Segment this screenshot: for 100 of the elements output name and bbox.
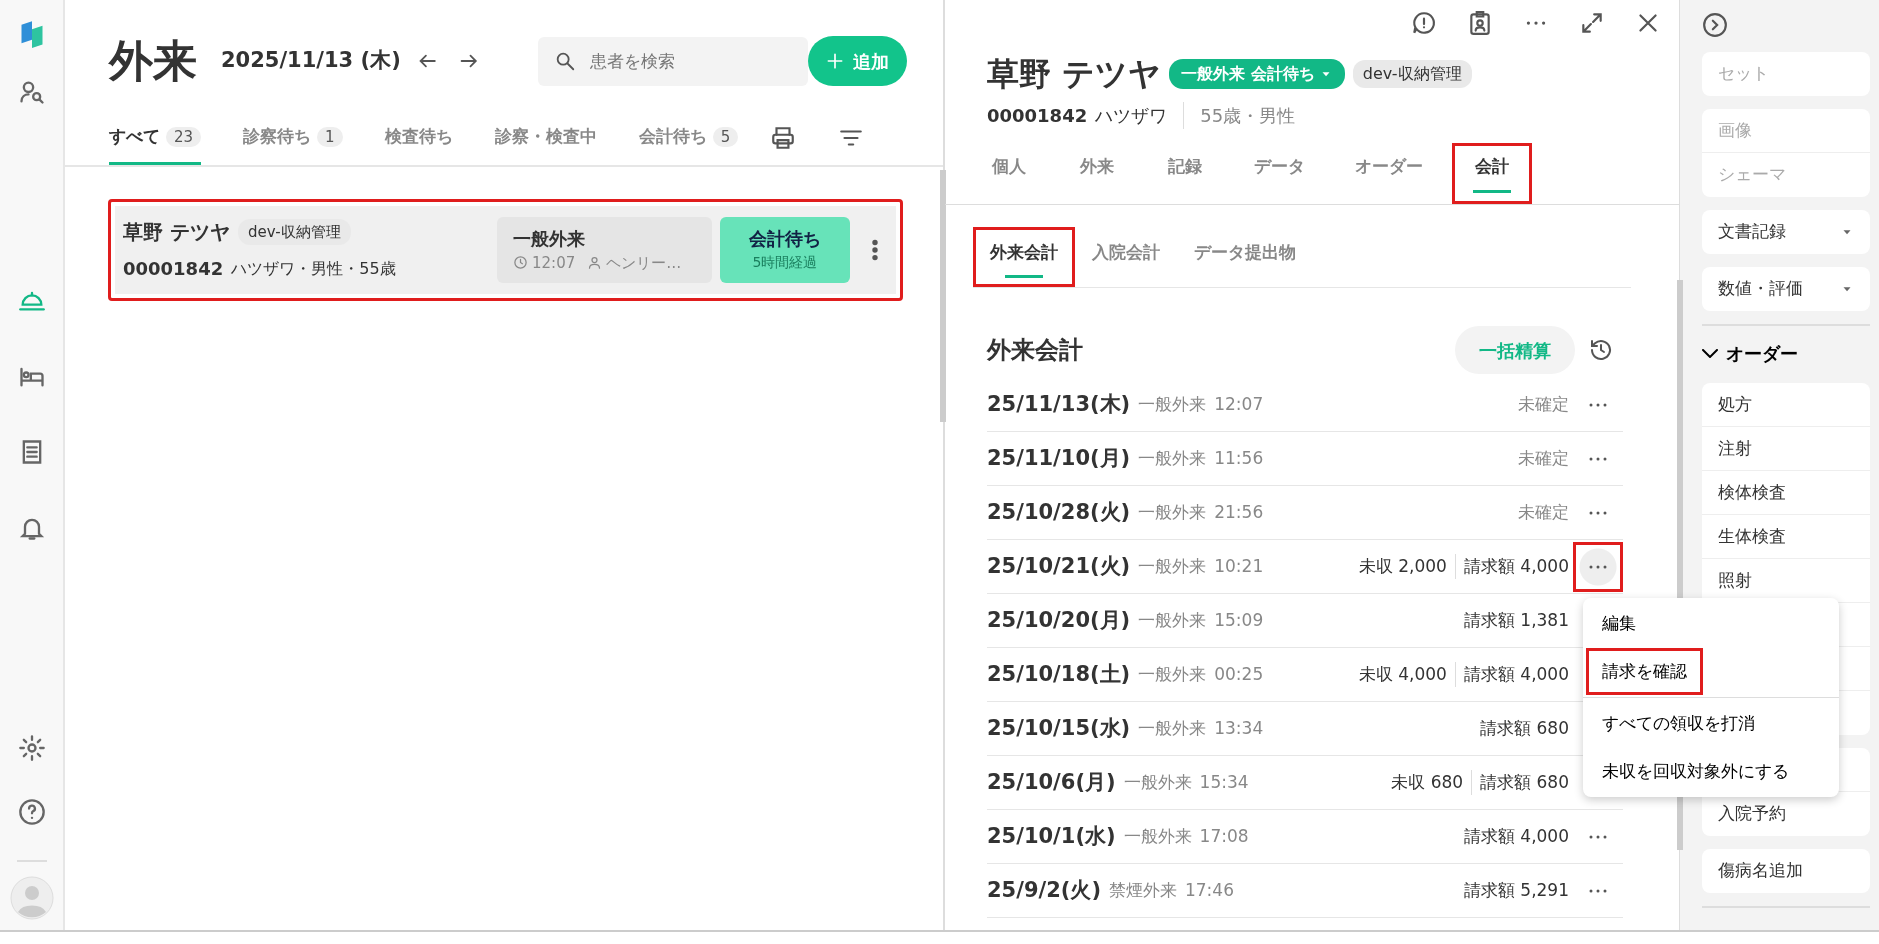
billing-status: 未確定 <box>1518 500 1569 524</box>
visit-date: 25/10/18(土) <box>987 660 1131 688</box>
tool-item[interactable]: 生体検査 <box>1702 515 1870 559</box>
visit-time: 15:09 <box>1214 608 1265 632</box>
billed-amount: 請求額 4,000 <box>1463 554 1569 578</box>
visit-date: 25/10/1(水) <box>987 822 1116 850</box>
age-sex: 55歳・男性 <box>1199 104 1296 128</box>
expand-icon[interactable] <box>1579 10 1605 36</box>
visit-time: 15:34 <box>1199 770 1250 794</box>
elapsed-time: 5時間経過 <box>751 252 819 272</box>
record-tab[interactable]: 外来 <box>1057 143 1137 204</box>
uncollected-amount: 未収 680 <box>1391 769 1473 796</box>
more-icon <box>1589 510 1607 515</box>
visit-time: 13:34 <box>1214 716 1265 740</box>
visit-type: 一般外来 <box>1138 392 1207 416</box>
date-text: 2025/11/13 (木) <box>221 47 401 75</box>
menu-item[interactable]: 請求を確認 <box>1586 647 1703 695</box>
uncollected-amount: 未収 4,000 <box>1358 661 1456 688</box>
expand-sidebar-icon[interactable] <box>1702 12 1728 38</box>
filter-tab[interactable]: 会計待ち 5 <box>638 124 739 165</box>
more-icon <box>1589 834 1607 839</box>
section-toggle[interactable]: オーダー <box>1702 340 1798 367</box>
menu-item[interactable]: すべての領収を打消 <box>1586 700 1771 748</box>
more-icon <box>1589 888 1607 893</box>
patient-info: ハツザワ・男性・55歳 <box>231 257 396 280</box>
more-button[interactable] <box>1573 541 1623 592</box>
billing-status: 未確定 <box>1518 392 1569 416</box>
record-tab[interactable]: データ <box>1233 143 1326 204</box>
sub-tab[interactable]: 入院会計 <box>1075 226 1177 287</box>
uncollected-amount: 未収 2,000 <box>1358 553 1456 580</box>
patient-card[interactable]: 草野 テツヤ dev-収納管理 00001842 ハツザワ・男性・55歳 一般外来 12:07 ヘンリー… 会計待ち 5時間経過 <box>108 198 903 301</box>
patient-kana: ハツザワ <box>1095 102 1185 129</box>
chevron-icon <box>1702 349 1718 358</box>
settings-icon[interactable] <box>17 734 46 762</box>
filter-tab[interactable]: すべて 23 <box>109 124 202 165</box>
visit-date: 25/11/13(木) <box>987 390 1131 418</box>
visit-time: 12:07 <box>532 252 576 274</box>
tool-item[interactable]: 傷病名追加 <box>1702 849 1870 893</box>
more-icon <box>1589 402 1607 407</box>
filter-tab[interactable]: 診察待ち 1 <box>243 124 343 165</box>
patient-id: 00001842 <box>123 257 224 281</box>
person-icon <box>587 255 603 271</box>
visit-date: 25/9/2(火) <box>987 876 1101 904</box>
visit-time: 21:56 <box>1214 500 1265 524</box>
visit-type: 一般外来 <box>1138 608 1207 632</box>
doctor-name: ヘンリー… <box>606 252 682 274</box>
tag: dev-収納管理 <box>1352 60 1472 88</box>
filter-tab[interactable]: 診察・検査中 <box>494 124 597 165</box>
visit-date: 25/10/15(水) <box>987 714 1131 742</box>
tag: dev-収納管理 <box>237 218 351 246</box>
tool-item[interactable]: 検体検査 <box>1702 471 1870 515</box>
billing-status: 未確定 <box>1518 446 1569 470</box>
more-icon <box>1589 456 1607 461</box>
visit-type: 一般外来 <box>1123 770 1192 794</box>
menu-item[interactable]: 編集 <box>1586 600 1652 648</box>
visit-time: 17:46 <box>1185 878 1235 902</box>
billed-amount: 請求額 680 <box>1480 770 1569 794</box>
visit-date: 25/10/20(月) <box>987 606 1131 634</box>
tool-item[interactable]: 数値・評価 <box>1702 267 1870 311</box>
visit-type: 一般外来 <box>1123 824 1192 848</box>
visit-date: 25/11/10(月) <box>987 444 1131 472</box>
search-field[interactable]: 患者を検索 <box>537 36 808 86</box>
tool-item[interactable]: 処方 <box>1702 383 1870 427</box>
printer-icon[interactable] <box>770 124 797 151</box>
visit-date: 25/10/6(月) <box>987 768 1116 796</box>
visit-date: 25/10/21(火) <box>987 552 1131 580</box>
help-icon[interactable] <box>17 798 46 826</box>
billed-amount: 請求額 4,000 <box>1463 662 1569 686</box>
section-title: 外来会計 <box>987 335 1084 366</box>
page-title: 外来 <box>109 39 197 83</box>
tool-item[interactable]: 文書記録 <box>1702 210 1870 254</box>
record-tab[interactable]: 会計 <box>1452 143 1532 204</box>
visit-type: 一般外来 <box>1138 500 1207 524</box>
patient-id: 00001842 <box>987 104 1088 128</box>
visit-time: 00:25 <box>1214 662 1265 686</box>
billed-amount: 請求額 680 <box>1480 716 1569 740</box>
menu-item[interactable]: 未収を回収対象外にする <box>1586 747 1805 795</box>
visit-time: 10:21 <box>1214 554 1265 578</box>
record-tab[interactable]: 記録 <box>1145 143 1225 204</box>
sub-tab[interactable]: データ提出物 <box>1177 226 1313 287</box>
sub-tab[interactable]: 外来会計 <box>973 226 1075 287</box>
more-icon <box>1589 564 1607 569</box>
patient-name: 草野 テツヤ <box>123 219 230 246</box>
visit-type: 一般外来 <box>1138 716 1207 740</box>
visit-type: 一般外来 <box>513 226 586 251</box>
status-button[interactable]: 会計待ち 5時間経過 <box>720 216 850 283</box>
visit-type: 一般外来 <box>1138 446 1207 470</box>
history-icon[interactable] <box>1589 338 1613 362</box>
tool-item[interactable]: 照射 <box>1702 559 1870 603</box>
record-tab[interactable]: 個人 <box>969 143 1049 204</box>
filter-tab[interactable]: 検査待ち <box>384 124 453 165</box>
record-tab[interactable]: オーダー <box>1334 143 1444 204</box>
tool-item[interactable]: 注射 <box>1702 427 1870 471</box>
id-card-icon[interactable] <box>1467 10 1493 36</box>
visit-time: 17:08 <box>1199 824 1250 848</box>
billed-amount: 請求額 1,381 <box>1463 608 1569 632</box>
patient-name: 草野 テツヤ <box>987 54 1162 95</box>
alert-icon[interactable] <box>1411 10 1437 36</box>
status-label: 会計待ち <box>748 226 822 251</box>
visit-type: 一般外来 <box>1138 554 1207 578</box>
